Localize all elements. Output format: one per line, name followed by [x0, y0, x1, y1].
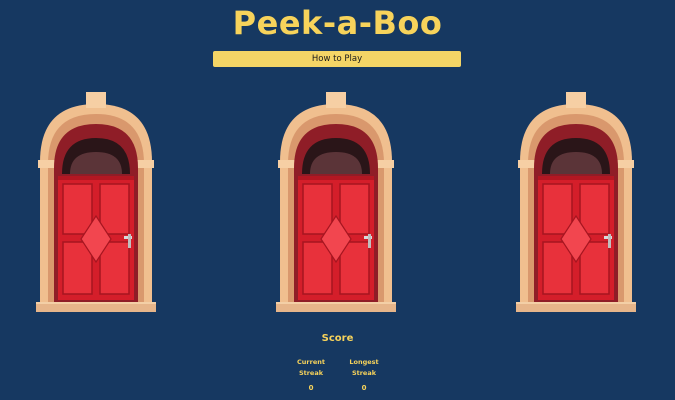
current-streak-label-line1: Current — [297, 358, 325, 366]
door-icon — [516, 92, 636, 312]
current-streak-value: 0 — [308, 384, 314, 392]
door-3[interactable] — [516, 90, 636, 312]
longest-streak-label-line2: Streak — [351, 369, 377, 377]
longest-streak-value: 0 — [361, 384, 367, 392]
score-title: Score — [321, 333, 354, 344]
door-icon — [276, 92, 396, 312]
door-2[interactable] — [276, 90, 396, 312]
game-title: Peek-a-Boo — [232, 4, 443, 42]
how-to-play-button[interactable]: How to Play — [213, 51, 461, 67]
door-1[interactable] — [36, 90, 156, 312]
longest-streak-label-line1: Longest — [349, 358, 379, 366]
current-streak-label-line2: Streak — [298, 369, 324, 377]
door-icon — [36, 92, 156, 312]
current-streak-label: Current Streak — [281, 357, 341, 379]
longest-streak-label: Longest Streak — [334, 357, 394, 379]
